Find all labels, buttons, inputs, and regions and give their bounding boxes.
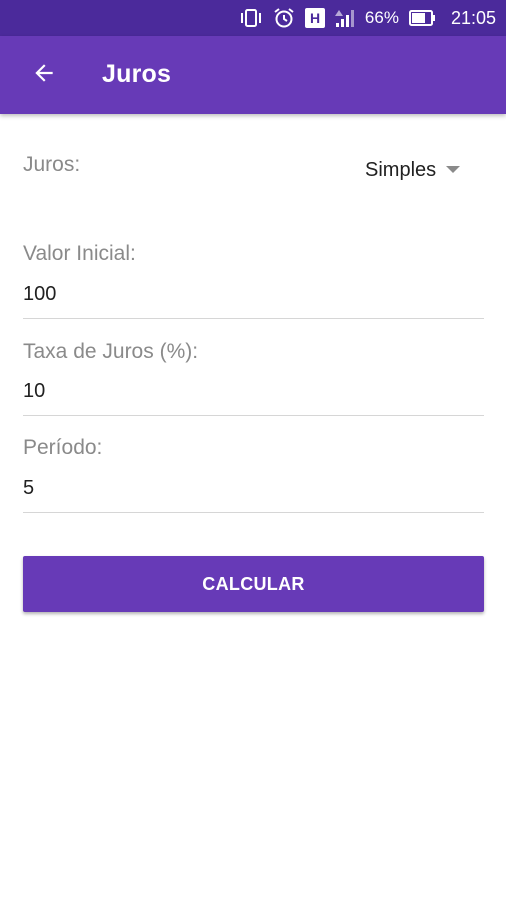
periodo-field: [23, 469, 484, 513]
valor-inicial-label: Valor Inicial:: [23, 242, 136, 265]
dropdown-arrow-icon: [446, 161, 461, 179]
juros-type-value: Simples: [365, 158, 437, 181]
vibrate-icon: [239, 8, 263, 28]
calcular-button[interactable]: CALCULAR: [23, 556, 484, 612]
back-button[interactable]: [22, 58, 66, 92]
arrow-back-icon: [31, 60, 57, 91]
clock: 21:05: [450, 7, 496, 28]
taxa-juros-label: Taxa de Juros (%):: [23, 340, 199, 363]
juros-label: Juros:: [23, 153, 81, 176]
taxa-juros-field: [23, 372, 484, 416]
valor-inicial-input[interactable]: [23, 275, 484, 313]
juros-type-select[interactable]: Simples: [355, 152, 475, 188]
status-bar: H 66% 21:05: [0, 0, 506, 36]
periodo-input[interactable]: [23, 469, 484, 507]
page-title: Juros: [102, 60, 172, 88]
h-network-icon: H: [304, 8, 325, 28]
svg-text:H: H: [310, 10, 320, 26]
battery-icon: [408, 9, 437, 27]
valor-inicial-field: [23, 275, 484, 319]
signal-icon: [334, 8, 357, 28]
taxa-juros-input[interactable]: [23, 372, 484, 410]
battery-percent: 66%: [364, 8, 399, 27]
periodo-label: Período:: [23, 436, 103, 459]
alarm-icon: [273, 7, 295, 29]
app-bar: Juros: [0, 36, 506, 114]
